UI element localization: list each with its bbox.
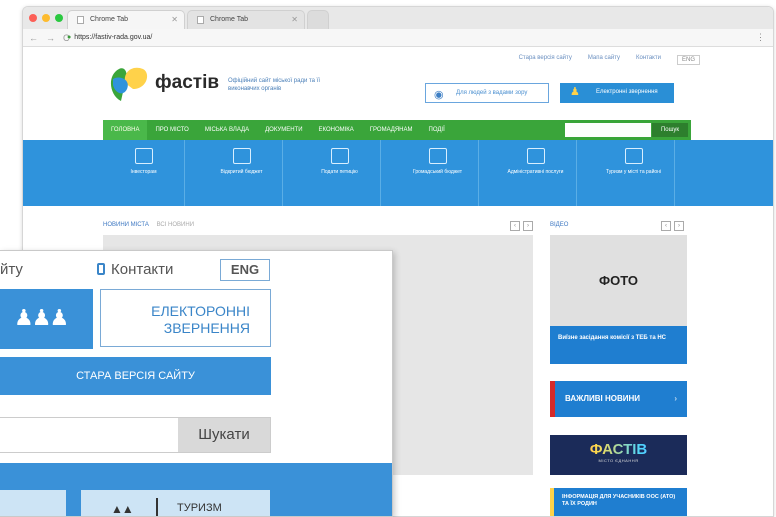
next-arrow-icon[interactable]: › <box>523 221 533 231</box>
e-appeals-button[interactable]: ♟ Електронні звернення <box>560 83 674 103</box>
top-links: Стара версія сайту Мапа сайту Контакти E… <box>519 55 700 65</box>
minimize-dot-icon[interactable] <box>42 14 50 22</box>
menu-icon[interactable]: ⋮ <box>756 32 765 43</box>
tab-bar: Chrome Tab ✕ Chrome Tab ✕ <box>23 7 773 29</box>
contacts-link[interactable]: Контакти <box>636 55 661 65</box>
people-icon: ♟♟♟ <box>14 305 69 330</box>
nav-item-documents[interactable]: ДОКУМЕНТИ <box>257 127 310 133</box>
old-version-link[interactable]: Стара версія сайту <box>519 55 572 65</box>
people-icon: ♟ <box>570 86 580 98</box>
service-open-budget[interactable]: Відкритий бюджет <box>201 140 283 206</box>
url-field[interactable]: ● https://fastiv-rada.gov.ua/ <box>67 34 152 41</box>
news-arrows: ‹ › <box>510 221 533 231</box>
phone-icon <box>97 263 105 275</box>
search-button[interactable]: Пошук <box>652 123 688 137</box>
main-nav: ГОЛОВНА ПРО МІСТО МІСЬКА ВЛАДА ДОКУМЕНТИ… <box>103 120 691 140</box>
calculator-icon <box>232 148 251 164</box>
lock-icon: ● <box>67 34 72 41</box>
city-logo-icon[interactable] <box>103 65 153 103</box>
forward-icon[interactable]: → <box>46 33 55 43</box>
tab-1[interactable]: Chrome Tab ✕ <box>67 10 185 29</box>
e-appeals-label: Електронні звернення <box>596 89 658 95</box>
service-petition[interactable]: Подати петицію <box>299 140 381 206</box>
breadcrumb-all-news[interactable]: ВСІ НОВИНИ <box>157 222 194 228</box>
prev-arrow-icon[interactable]: ‹ <box>510 221 520 231</box>
tab-2[interactable]: Chrome Tab ✕ <box>187 10 305 29</box>
overlay-contacts-label: Контакти <box>111 261 174 278</box>
nav-buttons: ← → C <box>29 33 70 43</box>
service-public-budget[interactable]: Громадський бюджет <box>397 140 479 206</box>
ato-info-banner[interactable]: ІНФОРМАЦІЯ ДЛЯ УЧАСНИКІВ ООС (АТО) ТА ЇХ… <box>550 488 687 516</box>
fastiv-banner-subtitle: МІСТО ЄДНАННЯ <box>598 458 639 463</box>
video-arrows: ‹ › <box>661 221 684 231</box>
overlay-services: ▲▲ ТУРИЗМ <box>0 463 392 516</box>
nav-item-citizens[interactable]: ГРОМАДЯНАМ <box>362 127 421 133</box>
back-icon[interactable]: ← <box>29 33 38 43</box>
video-label[interactable]: ВІДЕО <box>550 222 568 228</box>
overlay-search-input[interactable]: Шукати <box>0 417 271 453</box>
services-bar: Інвесторам Відкритий бюджет Подати петиц… <box>23 140 773 206</box>
next-arrow-icon[interactable]: › <box>674 221 684 231</box>
nav-item-economy[interactable]: ЕКОНОМІКА <box>311 127 362 133</box>
overlay-people-button[interactable]: ♟♟♟ <box>0 289 93 349</box>
chevron-right-icon: › <box>674 394 677 403</box>
overlay-appeal-button[interactable]: ЕЛЕКТОРОННІ ЗВЕРНЕННЯ <box>100 289 271 347</box>
overlay-search-button[interactable]: Шукати <box>178 418 270 452</box>
close-dot-icon[interactable] <box>29 14 37 22</box>
divider <box>156 498 158 516</box>
window-controls[interactable] <box>29 14 63 22</box>
service-admin[interactable]: Адміністративні послуги <box>495 140 577 206</box>
brand-name: фастів <box>155 72 220 93</box>
video-caption[interactable]: Виїзне засідання комісії з ТЕБ та НС <box>550 326 687 364</box>
budget-icon <box>428 148 447 164</box>
briefcase-icon <box>134 148 153 164</box>
accessibility-button[interactable]: ◉ Для людей з вадами зору <box>425 83 549 103</box>
overlay-site-link[interactable]: йту <box>0 261 23 278</box>
accessibility-label: Для людей з вадами зору <box>456 90 528 96</box>
nav-item-about[interactable]: ПРО МІСТО <box>147 127 196 133</box>
overlay-tile[interactable] <box>0 490 66 516</box>
photo-placeholder[interactable]: ФОТО <box>550 235 687 326</box>
important-news-label: ВАЖЛИВІ НОВИНИ <box>565 394 641 403</box>
fastiv-banner-title: ФАСТІВ <box>550 435 687 458</box>
close-tab-icon[interactable]: ✕ <box>291 15 298 24</box>
close-tab-icon[interactable]: ✕ <box>171 15 178 24</box>
brand-subtitle: Офіційний сайт міської ради та її викона… <box>228 78 321 92</box>
nav-item-events[interactable]: ПОДІЇ <box>421 127 453 133</box>
overlay-contacts-link[interactable]: Контакти <box>97 261 173 278</box>
service-tourism[interactable]: Туризм у місті та районі <box>593 140 675 206</box>
page-icon <box>77 16 84 24</box>
building-icon <box>526 148 545 164</box>
address-bar[interactable]: ← → C ● https://fastiv-rada.gov.ua/ ⋮ <box>23 29 773 47</box>
map-icon <box>624 148 643 164</box>
sitemap-link[interactable]: Мапа сайту <box>588 55 620 65</box>
new-tab-button[interactable] <box>307 10 329 29</box>
tab-label: Chrome Tab <box>90 16 129 23</box>
nav-item-home[interactable]: ГОЛОВНА <box>103 120 148 140</box>
breadcrumb-news[interactable]: НОВИНИ МІСТА <box>103 222 149 228</box>
prev-arrow-icon[interactable]: ‹ <box>661 221 671 231</box>
url-text: https://fastiv-rada.gov.ua/ <box>74 34 153 41</box>
eye-icon: ◉ <box>434 89 444 101</box>
overlay-tourism-label: ТУРИЗМ <box>177 502 222 514</box>
breadcrumb: НОВИНИ МІСТА ВСІ НОВИНИ <box>103 222 194 228</box>
fastiv-banner[interactable]: ФАСТІВ МІСТО ЄДНАННЯ <box>550 435 687 475</box>
service-investors[interactable]: Інвесторам <box>103 140 185 206</box>
language-switch[interactable]: ENG <box>676 55 700 65</box>
overlay-eng-button[interactable]: ENG <box>220 259 270 281</box>
document-icon <box>330 148 349 164</box>
page-icon <box>197 16 204 24</box>
important-news-button[interactable]: ВАЖЛИВІ НОВИНИ › <box>550 381 687 417</box>
nav-item-government[interactable]: МІСЬКА ВЛАДА <box>197 127 257 133</box>
mobile-menu-overlay: йту Контакти ENG ♟♟♟ ЕЛЕКТОРОННІ ЗВЕРНЕН… <box>0 250 393 517</box>
maximize-dot-icon[interactable] <box>55 14 63 22</box>
search-input[interactable] <box>565 123 651 137</box>
overlay-tourism-tile[interactable]: ▲▲ ТУРИЗМ <box>81 490 270 516</box>
skyline-icon: ▲▲ <box>111 502 134 516</box>
overlay-old-version-button[interactable]: СТАРА ВЕРСІЯ САЙТУ <box>0 357 271 395</box>
tab-label: Chrome Tab <box>210 16 249 23</box>
